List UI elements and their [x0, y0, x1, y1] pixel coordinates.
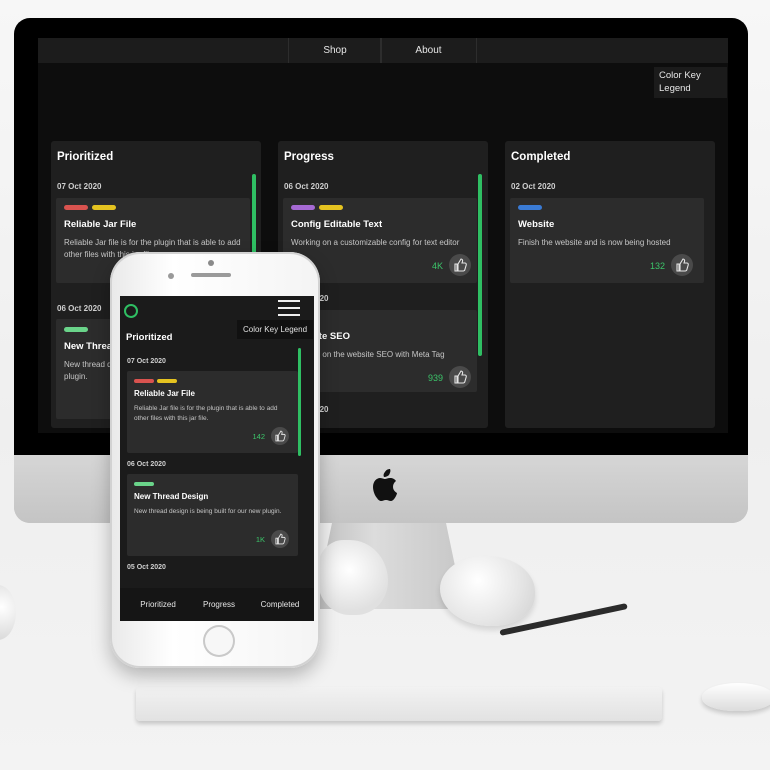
crumpled-paper — [440, 556, 535, 626]
card-description: New thread design is being built for our… — [134, 508, 282, 515]
top-nav-bar: Shop About — [38, 38, 728, 63]
column-title: Prioritized — [57, 151, 114, 163]
tag-yellow — [157, 379, 177, 383]
home-button[interactable] — [203, 625, 235, 657]
tab-progress[interactable]: Progress — [190, 588, 248, 621]
color-key-legend-button[interactable]: Color Key Legend — [654, 67, 727, 98]
date-header: 07 Oct 2020 — [127, 358, 166, 365]
column-scrollbar[interactable] — [252, 174, 256, 264]
nav-item-about[interactable]: About — [380, 38, 477, 63]
card-description: Reliable Jar file is for the plugin that… — [134, 405, 278, 422]
mouse — [702, 683, 770, 711]
keyboard — [136, 687, 662, 721]
date-header: 06 Oct 2020 — [57, 304, 102, 313]
like-button[interactable] — [449, 254, 471, 276]
thumbs-up-icon — [454, 258, 467, 272]
thumbs-up-icon — [275, 533, 286, 545]
card-title: Website — [518, 219, 555, 230]
column-title: Prioritized — [126, 332, 173, 343]
column-scrollbar[interactable] — [478, 174, 482, 356]
like-button[interactable] — [271, 530, 289, 548]
nav-item-shop[interactable]: Shop — [288, 38, 382, 63]
bottom-tab-bar: Prioritized Progress Completed — [120, 588, 314, 621]
card-title: Reliable Jar File — [64, 219, 137, 230]
tag-red — [134, 379, 154, 383]
column-completed: Completed 02 Oct 2020 Website Finish the… — [505, 141, 715, 428]
task-card[interactable]: Reliable Jar File Reliable Jar file is f… — [127, 371, 298, 453]
hamburger-menu-icon[interactable] — [278, 300, 300, 316]
card-title: Reliable Jar File — [134, 389, 195, 398]
like-count: 142 — [252, 432, 265, 441]
tab-completed[interactable]: Completed — [250, 588, 310, 621]
date-header: 05 Oct 2020 — [127, 564, 166, 571]
card-description: Working on a customizable config for tex… — [291, 238, 460, 247]
date-header: 02 Oct 2020 — [511, 182, 556, 191]
like-count: 939 — [427, 373, 443, 383]
column-title: Completed — [511, 151, 571, 163]
date-header: 06 Oct 2020 — [127, 461, 166, 468]
card-description: Finish the website and is now being host… — [518, 238, 671, 247]
task-card[interactable]: Website Finish the website and is now be… — [510, 198, 704, 283]
tag-green — [134, 482, 154, 486]
tag-green — [64, 327, 88, 332]
column-scrollbar[interactable] — [298, 348, 301, 456]
like-count: 4K — [431, 261, 443, 271]
tag-blue — [518, 205, 542, 210]
color-key-legend-button[interactable]: Color Key Legend — [237, 320, 313, 339]
date-header: 06 Oct 2020 — [284, 182, 329, 191]
card-title: Config Editable Text — [291, 219, 383, 230]
task-card[interactable]: New Thread Design New thread design is b… — [127, 474, 298, 556]
like-count: 132 — [649, 261, 665, 271]
thumbs-up-icon — [676, 258, 689, 272]
tag-purple — [291, 205, 315, 210]
like-button[interactable] — [671, 254, 693, 276]
mobile-screen: Color Key Legend Prioritized 07 Oct 2020… — [120, 296, 314, 621]
like-button[interactable] — [449, 366, 471, 388]
tag-yellow — [319, 205, 343, 210]
glass-object — [0, 585, 16, 640]
apple-logo-icon — [373, 469, 397, 501]
tab-prioritized[interactable]: Prioritized — [128, 588, 188, 621]
thumbs-up-icon — [454, 370, 467, 384]
thumbs-up-icon — [275, 430, 286, 442]
like-count: 1K — [255, 535, 265, 544]
tag-yellow — [92, 205, 116, 210]
date-header: 07 Oct 2020 — [57, 182, 102, 191]
phone-speaker — [191, 273, 231, 277]
tag-red — [64, 205, 88, 210]
card-title: New Thread Design — [134, 492, 209, 501]
phone-camera — [208, 260, 214, 266]
phone-sensor — [168, 273, 174, 279]
like-button[interactable] — [271, 427, 289, 445]
column-title: Progress — [284, 151, 334, 163]
hexagon-logo-icon[interactable] — [124, 304, 138, 318]
